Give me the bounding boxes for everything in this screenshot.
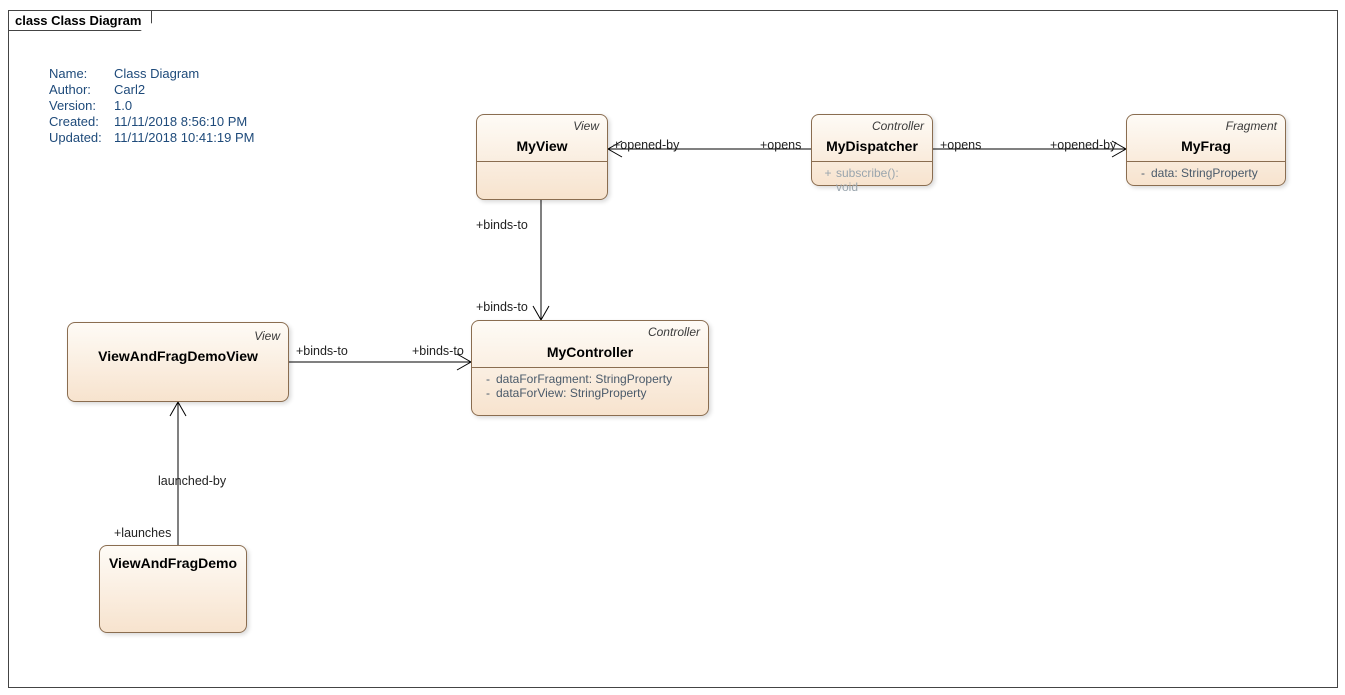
meta-created-label: Created: <box>49 114 114 129</box>
meta-author: Carl2 <box>114 82 145 97</box>
attribute: dataForView: StringProperty <box>496 386 647 400</box>
class-name: MyController <box>480 343 700 361</box>
class-viewandfragdemoview: View ViewAndFragDemoView <box>67 322 289 402</box>
class-mydispatcher: Controller MyDispatcher +subscribe(): vo… <box>811 114 933 186</box>
stereotype: View <box>485 119 599 135</box>
label-opened-by: +opened-by <box>613 138 679 152</box>
meta-created: 11/11/2018 8:56:10 PM <box>114 114 247 129</box>
class-mycontroller: Controller MyController -dataForFragment… <box>471 320 709 416</box>
meta-version: 1.0 <box>114 98 132 113</box>
class-name: MyFrag <box>1135 137 1277 155</box>
meta-author-label: Author: <box>49 82 114 97</box>
stereotype: Controller <box>820 119 924 135</box>
label-binds-to: +binds-to <box>476 300 528 314</box>
class-name: ViewAndFragDemoView <box>76 347 280 365</box>
meta-name-label: Name: <box>49 66 114 81</box>
attribute: dataForFragment: StringProperty <box>496 372 672 386</box>
label-launches: +launches <box>114 526 171 540</box>
operation: subscribe(): void <box>836 166 924 194</box>
label-binds-to: +binds-to <box>476 218 528 232</box>
label-opens: +opens <box>940 138 981 152</box>
label-launched-by: launched-by <box>158 474 226 488</box>
class-name: ViewAndFragDemo <box>108 554 238 572</box>
label-binds-to: +binds-to <box>412 344 464 358</box>
meta-updated: 11/11/2018 10:41:19 PM <box>114 130 254 145</box>
label-binds-to: +binds-to <box>296 344 348 358</box>
attribute: data: StringProperty <box>1151 166 1258 180</box>
vis: - <box>480 372 496 386</box>
meta-version-label: Version: <box>49 98 114 113</box>
class-myview: View MyView <box>476 114 608 200</box>
class-name: MyDispatcher <box>820 137 924 155</box>
meta-name: Class Diagram <box>114 66 199 81</box>
label-opened-by: +opened-by <box>1050 138 1116 152</box>
vis: - <box>1135 166 1151 180</box>
stereotype: Fragment <box>1135 119 1277 135</box>
class-viewandfragdemo: ViewAndFragDemo <box>99 545 247 633</box>
vis: - <box>480 386 496 400</box>
frame-title: class Class Diagram <box>8 10 152 31</box>
stereotype: View <box>76 329 280 345</box>
stereotype: Controller <box>480 325 700 341</box>
diagram-meta: Name:Class Diagram Author:Carl2 Version:… <box>49 66 254 146</box>
class-name: MyView <box>485 137 599 155</box>
meta-updated-label: Updated: <box>49 130 114 145</box>
class-myfrag: Fragment MyFrag -data: StringProperty <box>1126 114 1286 186</box>
vis: + <box>820 166 836 194</box>
label-opens: +opens <box>760 138 801 152</box>
